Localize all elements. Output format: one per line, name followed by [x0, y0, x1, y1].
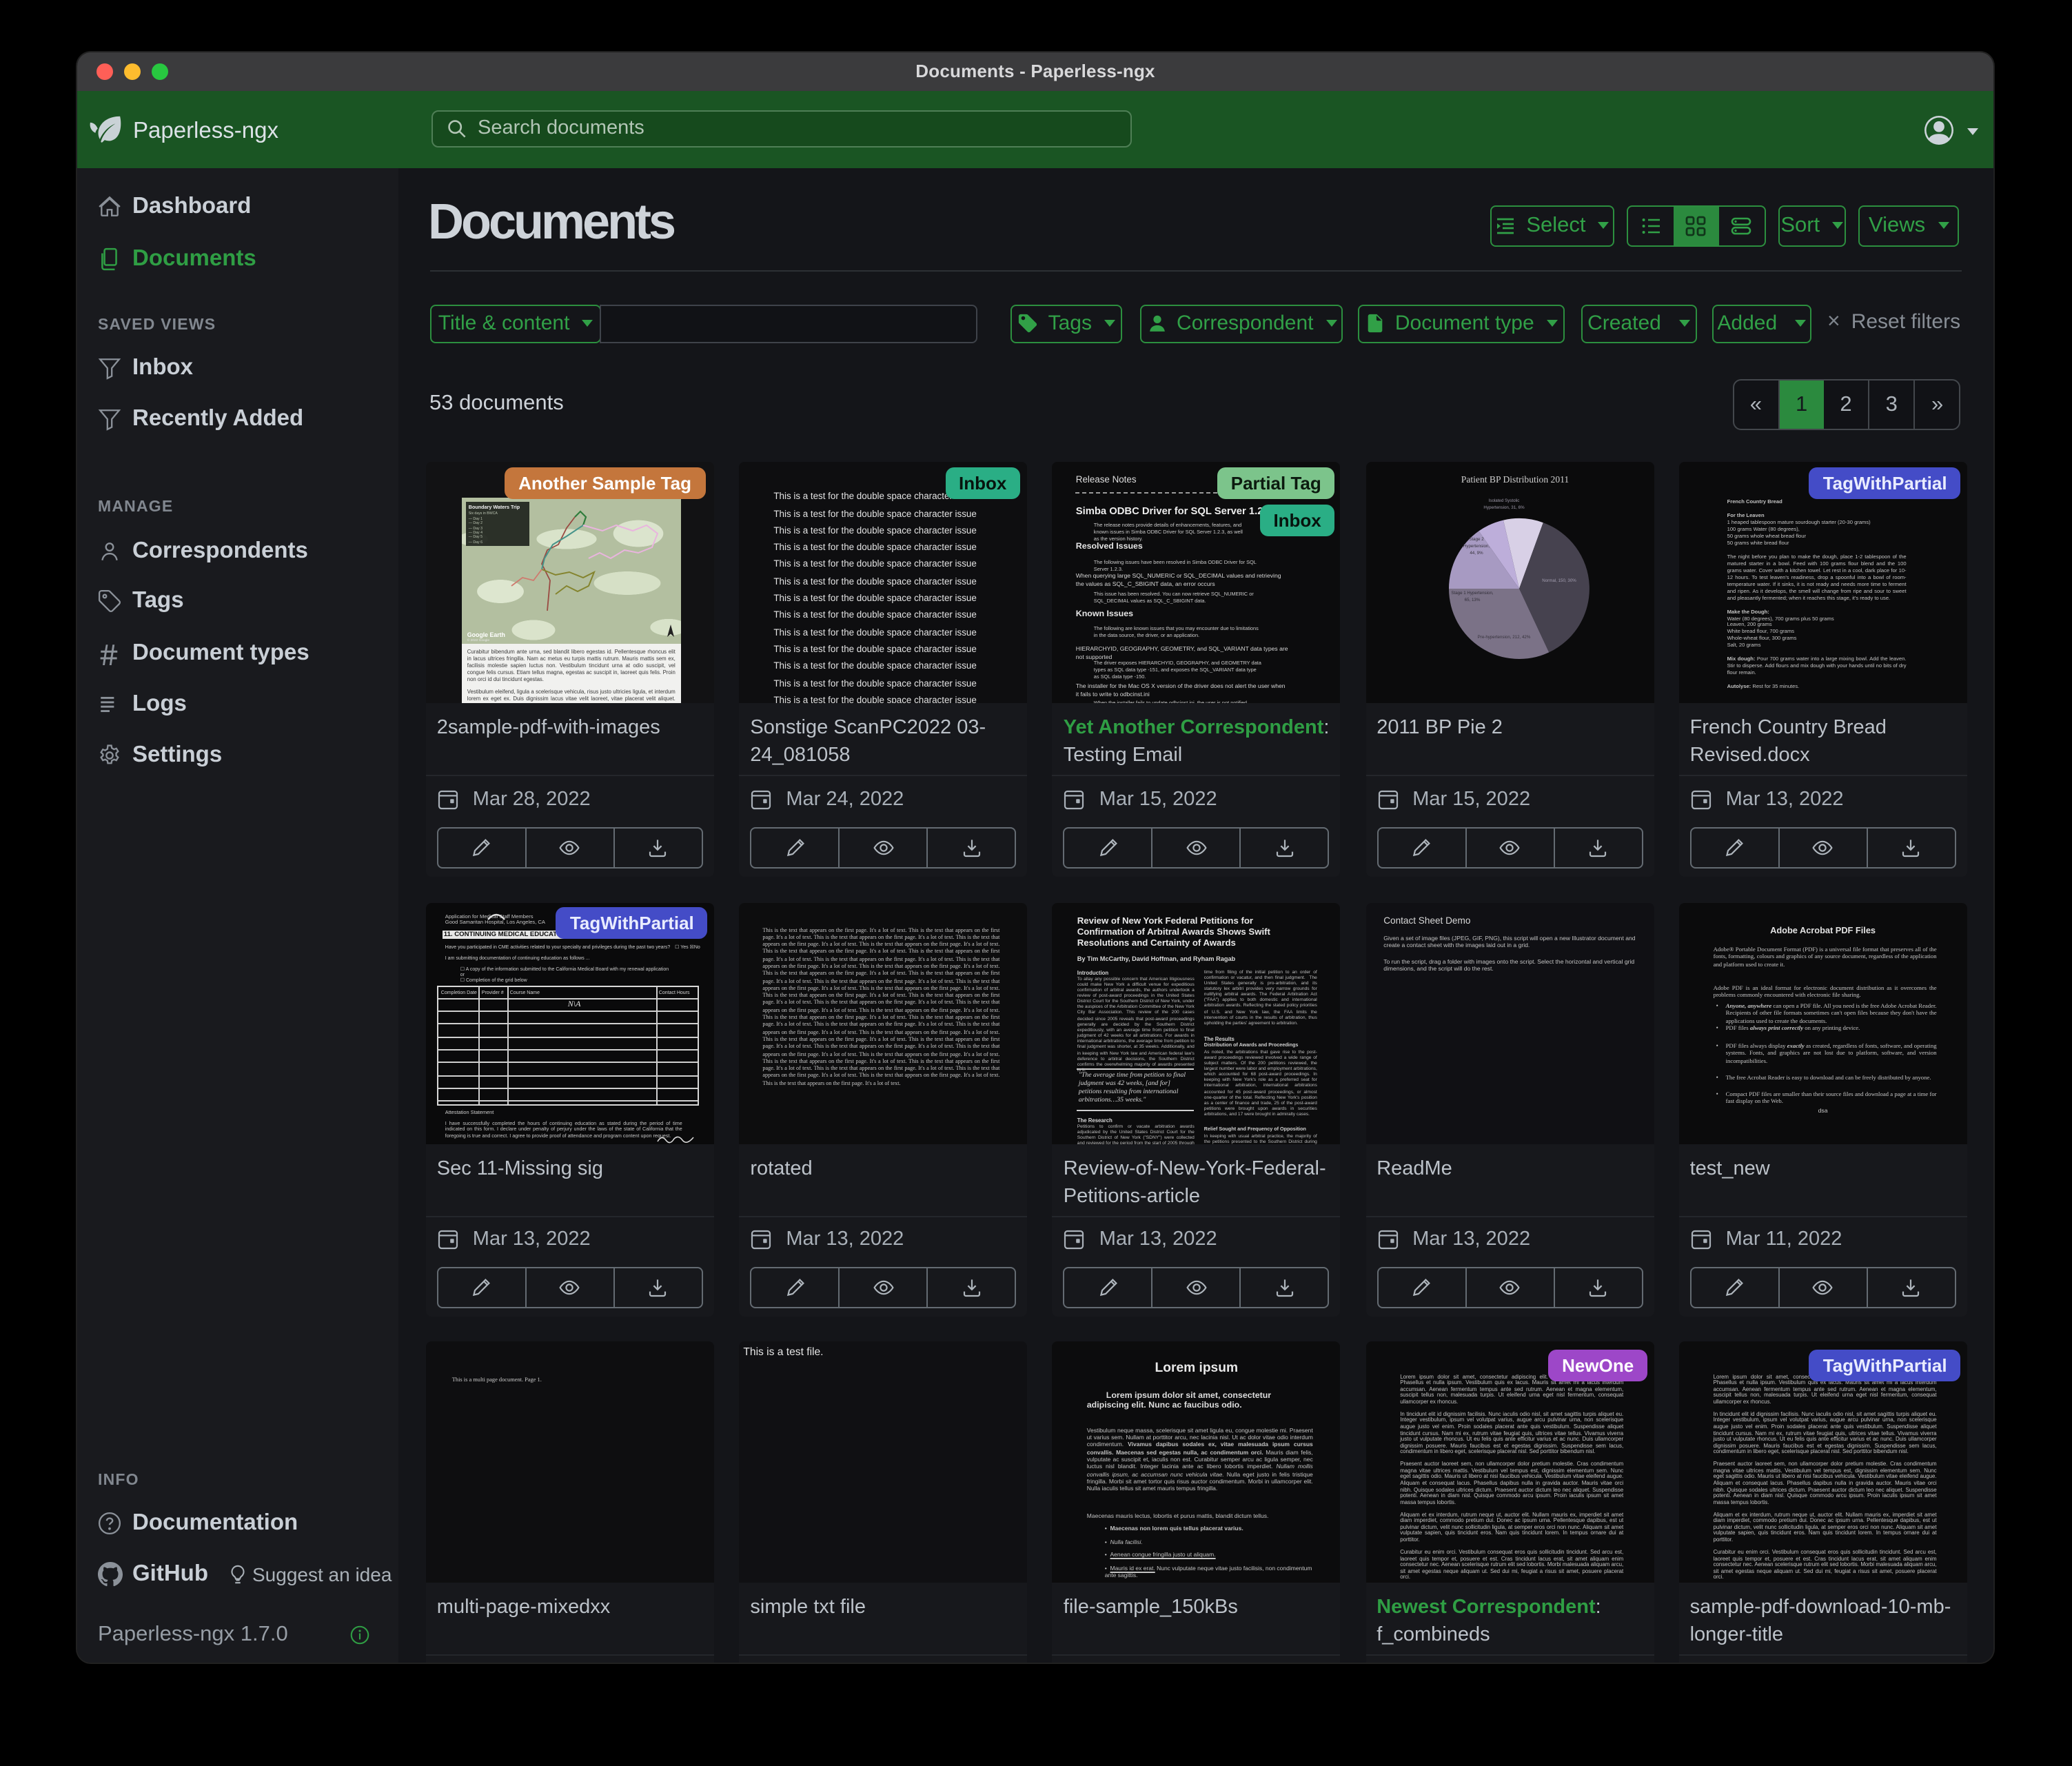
svg-text:Stage 2: Stage 2 [1469, 538, 1484, 542]
svg-text:Hypertension,: Hypertension, [1463, 545, 1489, 549]
svg-text:Pre-hypertension, 212, 42%: Pre-hypertension, 212, 42% [1477, 636, 1530, 640]
svg-text:44, 9%: 44, 9% [1470, 551, 1483, 556]
svg-text:Isolated Systolic: Isolated Systolic [1488, 499, 1519, 504]
svg-text:Stage 1 Hypertension,: Stage 1 Hypertension, [1451, 591, 1494, 596]
svg-text:Normal, 150, 30%: Normal, 150, 30% [1541, 579, 1576, 584]
svg-text:65, 13%: 65, 13% [1464, 598, 1480, 603]
svg-text:Hypertension, 31, 6%: Hypertension, 31, 6% [1483, 506, 1525, 511]
svg-text:Patient BP Distribution 2011: Patient BP Distribution 2011 [1461, 475, 1568, 485]
